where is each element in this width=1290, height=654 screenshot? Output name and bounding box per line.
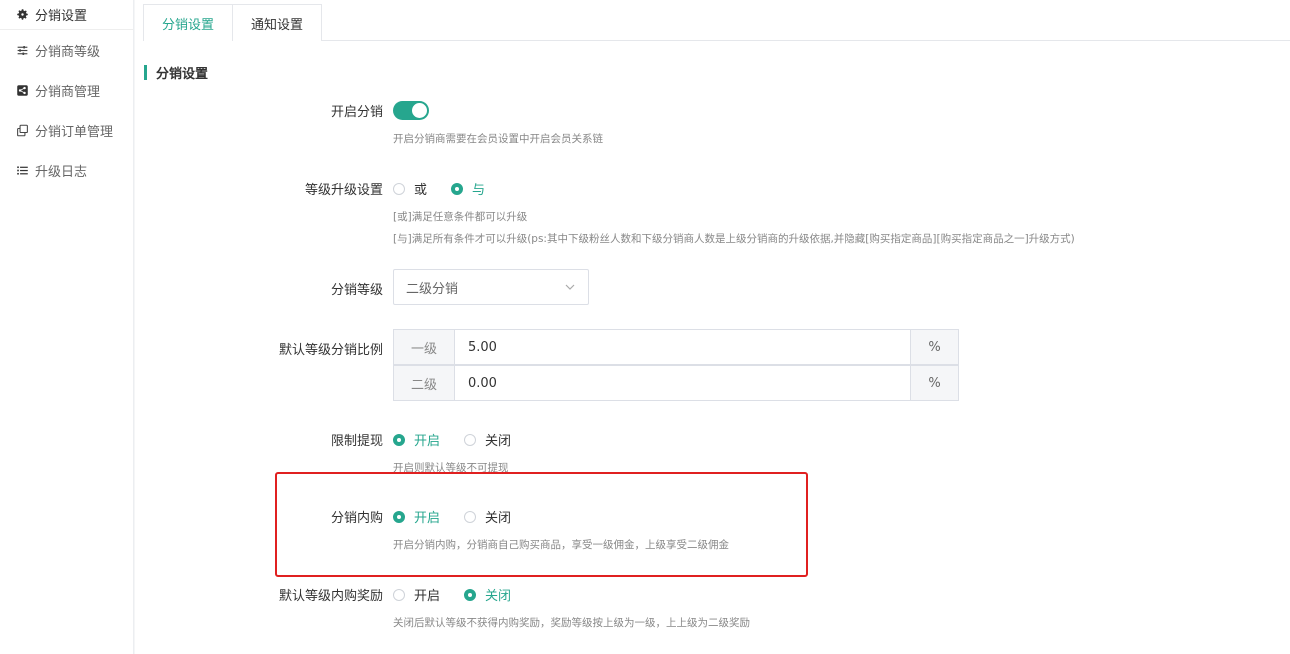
sliders-icon — [15, 43, 29, 57]
radio-label: 关闭 — [485, 434, 512, 449]
radio-dot — [393, 588, 405, 601]
sidebar-item-distributor-levels[interactable]: 分销商等级 — [0, 30, 133, 70]
radio-label: 开启 — [414, 434, 441, 449]
sidebar-item-distributor-management[interactable]: 分销商管理 — [0, 70, 133, 110]
radio-dot — [464, 433, 477, 446]
level1-ratio-input[interactable] — [455, 330, 910, 364]
radio-dot — [464, 510, 477, 523]
distribution-level-select[interactable]: 二级分销 — [393, 269, 589, 305]
sidebar: 分销设置 分销商等级 分销商管理 分销订单管理 升级日志 — [0, 0, 134, 654]
enable-distribution-help: 开启分销商需要在会员设置中开启会员关系链 — [393, 133, 603, 145]
internal-purchase-radio-group: 开启 关闭 — [393, 507, 535, 526]
radio-dot — [393, 182, 405, 195]
withdraw-limit-label: 限制提现 — [330, 434, 383, 449]
list-icon — [15, 163, 29, 177]
sidebar-item-label: 分销商管理 — [35, 84, 101, 100]
share-icon — [15, 83, 29, 97]
upgrade-and-radio[interactable]: 与 — [451, 179, 485, 198]
radio-dot — [393, 433, 405, 446]
upgrade-or-help: [或]满足任意条件都可以升级 — [393, 211, 528, 223]
upgrade-setting-label: 等级升级设置 — [304, 183, 383, 198]
sidebar-item-distribution-settings[interactable]: 分销设置 — [0, 0, 133, 30]
sidebar-item-label: 升级日志 — [35, 164, 88, 180]
radio-label: 与 — [472, 183, 486, 198]
chevron-down-icon — [564, 281, 576, 293]
sidebar-item-order-management[interactable]: 分销订单管理 — [0, 110, 133, 150]
withdraw-on-radio[interactable]: 开启 — [393, 430, 440, 449]
ratio-label: 默认等级分销比例 — [278, 343, 383, 358]
upgrade-and-help: [与]满足所有条件才可以升级(ps:其中下级粉丝人数和下级分销商人数是上级分销商… — [393, 233, 1075, 245]
distribution-level-label: 分销等级 — [330, 283, 383, 298]
radio-label: 关闭 — [485, 589, 512, 604]
level2-ratio-input[interactable] — [455, 366, 910, 400]
section-title-text: 分销设置 — [156, 66, 209, 82]
tab-notification-settings[interactable]: 通知设置 — [232, 4, 323, 41]
enable-distribution-label: 开启分销 — [330, 105, 383, 120]
sidebar-item-label: 分销商等级 — [35, 44, 101, 60]
internal-purchase-on-radio[interactable]: 开启 — [393, 507, 440, 526]
enable-distribution-toggle[interactable] — [393, 101, 429, 120]
level1-suffix: % — [910, 330, 958, 364]
sidebar-item-label: 分销订单管理 — [35, 124, 114, 140]
withdraw-off-radio[interactable]: 关闭 — [464, 430, 511, 449]
level2-suffix: % — [910, 366, 958, 400]
radio-dot — [451, 182, 464, 195]
upgrade-or-radio[interactable]: 或 — [393, 179, 427, 198]
withdraw-limit-help: 开启则默认等级不可提现 — [393, 462, 509, 474]
section-title-bar — [144, 64, 147, 80]
internal-reward-on-radio[interactable]: 开启 — [393, 585, 440, 604]
select-value: 二级分销 — [406, 281, 459, 297]
level1-ratio-group: 一级 % — [393, 329, 959, 365]
internal-reward-off-radio[interactable]: 关闭 — [464, 585, 511, 604]
upgrade-setting-radio-group: 或 与 — [393, 179, 509, 198]
internal-reward-label: 默认等级内购奖励 — [278, 589, 383, 604]
level2-ratio-group: 二级 % — [393, 365, 959, 401]
withdraw-limit-radio-group: 开启 关闭 — [393, 430, 535, 449]
section-title: 分销设置 — [144, 64, 209, 82]
gear-icon — [15, 8, 29, 22]
radio-label: 开启 — [414, 589, 441, 604]
radio-dot — [464, 588, 477, 601]
tab-distribution-settings[interactable]: 分销设置 — [143, 4, 234, 41]
internal-reward-help: 关闭后默认等级不获得内购奖励，奖励等级按上级为一级，上上级为二级奖励 — [393, 617, 750, 629]
internal-purchase-off-radio[interactable]: 关闭 — [464, 507, 511, 526]
toggle-knob — [412, 103, 427, 118]
internal-purchase-help: 开启分销内购，分销商自己购买商品，享受一级佣金，上级享受二级佣金 — [393, 539, 729, 551]
tab-bar: 分销设置 通知设置 — [143, 4, 323, 41]
sidebar-item-label: 分销设置 — [35, 9, 88, 24]
main-content: 分销设置 通知设置 分销设置 开启分销 开启分销商需要在会员设置中开启会员关系链… — [135, 0, 1290, 654]
level1-prefix: 一级 — [394, 330, 455, 364]
copy-icon — [15, 123, 29, 137]
sidebar-item-upgrade-log[interactable]: 升级日志 — [0, 150, 133, 190]
radio-dot — [393, 510, 405, 523]
internal-purchase-label: 分销内购 — [330, 511, 383, 526]
radio-label: 关闭 — [485, 511, 512, 526]
internal-reward-radio-group: 开启 关闭 — [393, 585, 535, 604]
radio-label: 开启 — [414, 511, 441, 526]
radio-label: 或 — [414, 183, 428, 198]
level2-prefix: 二级 — [394, 366, 455, 400]
